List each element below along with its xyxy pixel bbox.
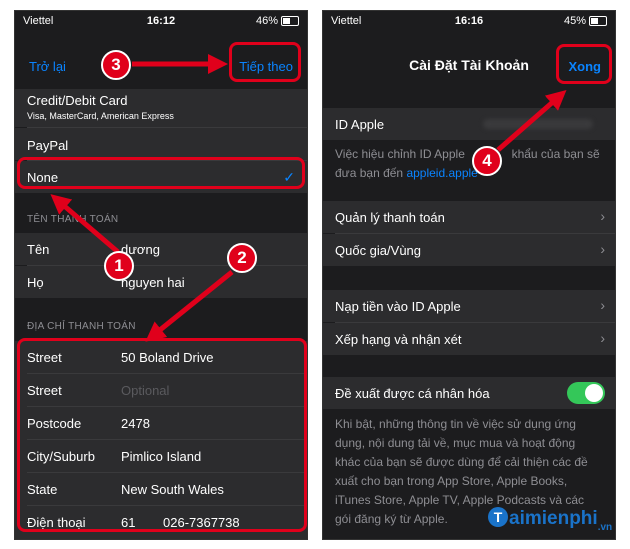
annotation-arrows xyxy=(50,54,567,342)
step-badge-4: 4 xyxy=(472,146,502,176)
arrow-2 xyxy=(145,270,234,342)
step-badge-3: 3 xyxy=(101,50,131,80)
step-badge-2: 2 xyxy=(227,243,257,273)
arrow-1 xyxy=(50,194,120,254)
logo-letter: T xyxy=(488,507,508,527)
step-badge-1: 1 xyxy=(104,251,134,281)
arrow-4 xyxy=(496,90,567,152)
watermark-logo: Taimienphi.vn xyxy=(488,507,612,533)
logo-suffix: .vn xyxy=(597,522,613,533)
logo-text: aimienphi xyxy=(509,508,598,529)
